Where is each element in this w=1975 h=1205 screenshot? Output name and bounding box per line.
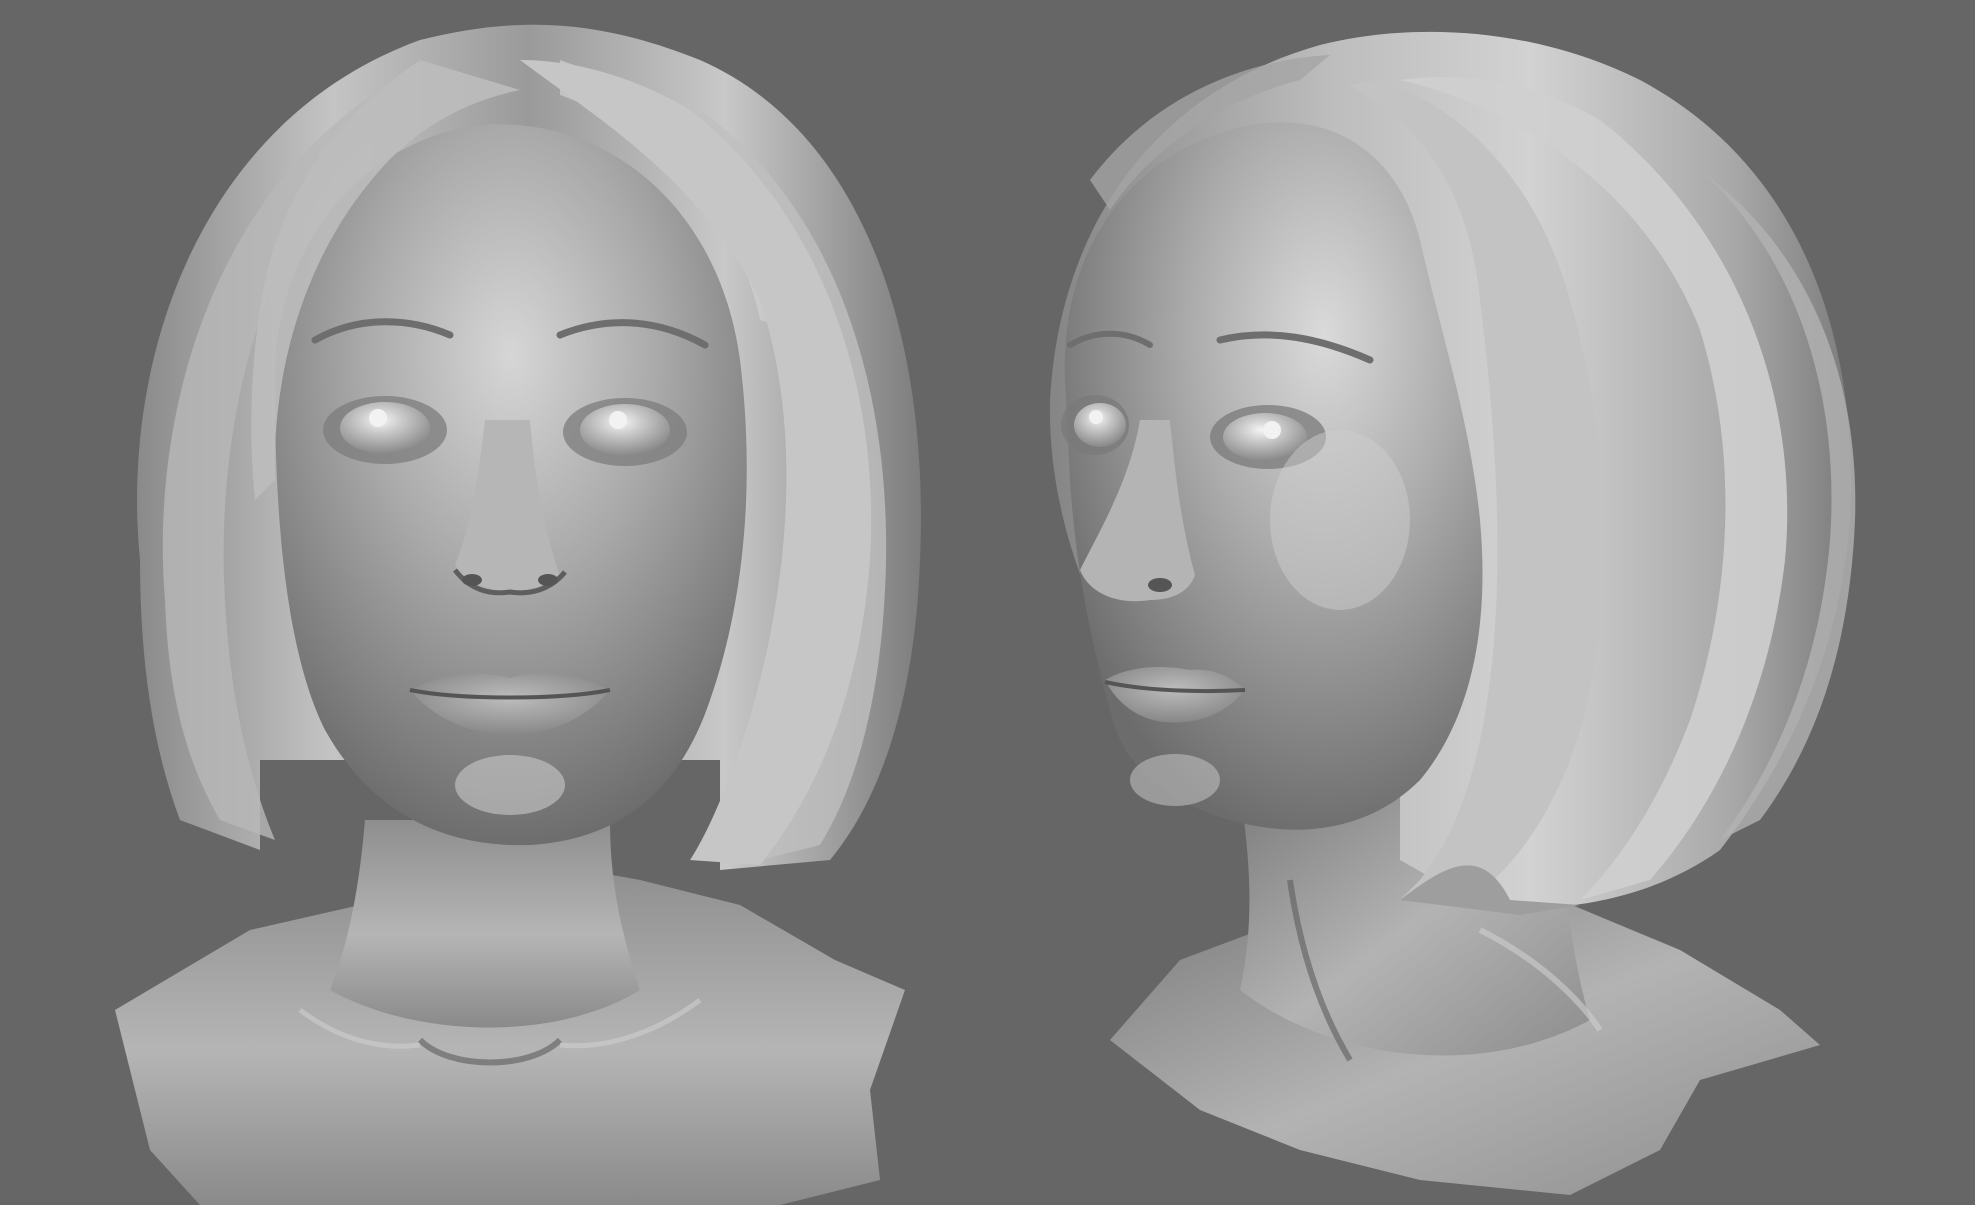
side-near-eye (1074, 403, 1126, 447)
sculpt-viewport[interactable] (0, 0, 1975, 1205)
front-right-eye (580, 404, 670, 456)
front-neck (330, 820, 640, 1028)
three-quarter-view-bust (1049, 31, 1856, 1195)
front-left-eye (340, 402, 430, 454)
front-view-bust (115, 24, 921, 1205)
viewport-canvas[interactable] (0, 0, 1975, 1205)
